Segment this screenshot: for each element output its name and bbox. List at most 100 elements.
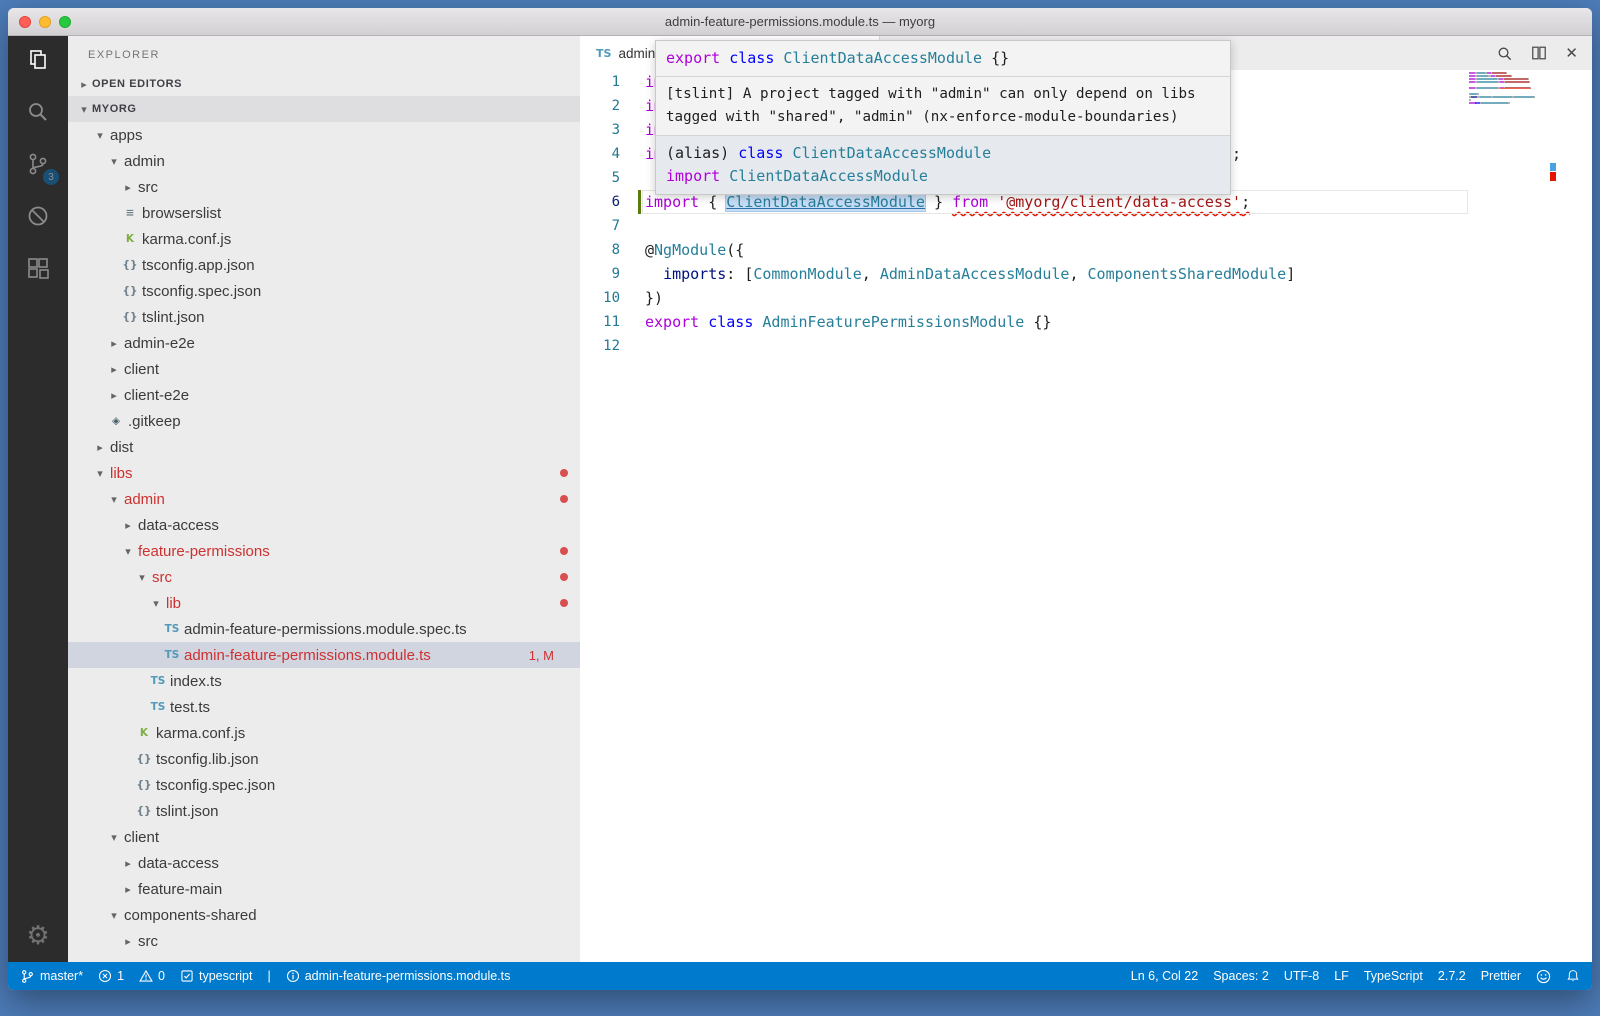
code-line[interactable]: 9 imports: [CommonModule, AdminDataAcces… — [580, 262, 1592, 286]
tree-folder-client[interactable]: ▾client — [68, 824, 580, 850]
tree-folder-client-e2e[interactable]: ▸client-e2e — [68, 382, 580, 408]
warning-count[interactable]: 0 — [139, 969, 165, 983]
tree-file-browserslist[interactable]: ≡browserslist — [68, 200, 580, 226]
code-token: ; — [1232, 145, 1241, 163]
tree-folder-dist[interactable]: ▸dist — [68, 434, 580, 460]
line-number[interactable]: 1 — [580, 70, 620, 94]
tree-folder-admin[interactable]: ▾admin — [68, 486, 580, 512]
tree-folder-apps[interactable]: ▾apps — [68, 122, 580, 148]
line-number[interactable]: 12 — [580, 334, 620, 358]
tree-file-tslint.json[interactable]: {}tslint.json — [68, 798, 580, 824]
file-tree: ▾apps▾admin▸src≡browserslistKkarma.conf.… — [68, 122, 580, 962]
tree-folder-src[interactable]: ▸src — [68, 928, 580, 954]
indentation[interactable]: Spaces: 2 — [1213, 969, 1269, 983]
tree-file-index.ts[interactable]: TSindex.ts — [68, 668, 580, 694]
gutter — [620, 190, 645, 214]
code-token: ClientDataAccessModule — [726, 193, 925, 211]
error-count[interactable]: 1 — [98, 969, 124, 983]
settings-button[interactable]: ⚙ — [8, 910, 68, 962]
code-line[interactable]: 11export class AdminFeaturePermissionsMo… — [580, 310, 1592, 334]
eol[interactable]: LF — [1334, 969, 1349, 983]
git-branch[interactable]: master* — [20, 969, 83, 984]
ts-version[interactable]: 2.7.2 — [1438, 969, 1466, 983]
tree-file-test.ts[interactable]: TStest.ts — [68, 694, 580, 720]
tree-folder-libs[interactable]: ▾libs — [68, 460, 580, 486]
tree-file-admin-feature-permissions.module.spec.ts[interactable]: TSadmin-feature-permissions.module.spec.… — [68, 616, 580, 642]
feedback[interactable] — [1536, 969, 1551, 984]
activity-debug[interactable] — [8, 192, 68, 244]
code-line[interactable]: 7 — [580, 214, 1592, 238]
code-token — [720, 49, 729, 67]
line-number[interactable]: 5 — [580, 166, 620, 190]
tree-folder-src[interactable]: ▸src — [68, 174, 580, 200]
tree-item-label: .gitkeep — [128, 413, 181, 430]
tree-folder-admin[interactable]: ▾admin — [68, 148, 580, 174]
code-token: ({ — [726, 241, 744, 259]
extensions-icon — [25, 255, 51, 286]
tslint-status[interactable]: typescript — [180, 969, 253, 983]
separator[interactable]: | — [267, 969, 270, 983]
gear-icon: ⚙ — [26, 921, 49, 951]
line-number[interactable]: 9 — [580, 262, 620, 286]
tree-folder-components-shared[interactable]: ▾components-shared — [68, 902, 580, 928]
root-folder-header[interactable]: ▾ MYORG — [68, 96, 580, 122]
tree-folder-data-access[interactable]: ▸data-access — [68, 850, 580, 876]
tree-item-label: tsconfig.spec.json — [142, 283, 261, 300]
notifications[interactable] — [1566, 969, 1580, 983]
tree-folder-admin-e2e[interactable]: ▸admin-e2e — [68, 330, 580, 356]
close-window-button[interactable] — [19, 16, 31, 28]
line-number[interactable]: 4 — [580, 142, 620, 166]
open-editors-header[interactable]: ▸ OPEN EDITORS — [68, 72, 580, 96]
chevron-right-icon: ▸ — [120, 519, 136, 532]
chevron-right-icon: ▸ — [106, 389, 122, 402]
tree-file-tsconfig.spec.json[interactable]: {}tsconfig.spec.json — [68, 278, 580, 304]
tree-file-.gitkeep[interactable]: ◈.gitkeep — [68, 408, 580, 434]
tree-folder-data-access[interactable]: ▸data-access — [68, 512, 580, 538]
tree-file-tslint.json[interactable]: {}tslint.json — [68, 304, 580, 330]
activity-explorer[interactable] — [8, 36, 68, 88]
close-editor-icon[interactable]: ✕ — [1565, 44, 1578, 62]
karma-file-icon: K — [120, 233, 140, 245]
activity-search[interactable] — [8, 88, 68, 140]
line-number[interactable]: 11 — [580, 310, 620, 334]
tree-file-karma.conf.js[interactable]: Kkarma.conf.js — [68, 720, 580, 746]
line-number[interactable]: 7 — [580, 214, 620, 238]
line-number[interactable]: 3 — [580, 118, 620, 142]
tree-folder-lib[interactable]: ▾lib — [68, 590, 580, 616]
line-number[interactable]: 2 — [580, 94, 620, 118]
encoding[interactable]: UTF-8 — [1284, 969, 1319, 983]
language-mode[interactable]: TypeScript — [1364, 969, 1423, 983]
activity-extensions[interactable] — [8, 244, 68, 296]
chevron-down-icon: ▾ — [92, 129, 108, 142]
tree-folder-feature-main[interactable]: ▸feature-main — [68, 876, 580, 902]
cursor-position[interactable]: Ln 6, Col 22 — [1131, 969, 1198, 983]
minimize-window-button[interactable] — [39, 16, 51, 28]
code-token: NgModule — [654, 241, 726, 259]
tree-file-admin-feature-permissions.module.ts[interactable]: TSadmin-feature-permissions.module.ts1, … — [68, 642, 580, 668]
tree-folder-feature-permissions[interactable]: ▾feature-permissions — [68, 538, 580, 564]
ts-file-icon: TS — [162, 649, 182, 661]
minimap[interactable] — [1469, 72, 1535, 108]
tree-folder-src[interactable]: ▾src — [68, 564, 580, 590]
tree-file-tsconfig.spec.json[interactable]: {}tsconfig.spec.json — [68, 772, 580, 798]
prettier[interactable]: Prettier — [1481, 969, 1521, 983]
tree-file-tsconfig.lib.json[interactable]: {}tsconfig.lib.json — [68, 746, 580, 772]
code-line[interactable]: 12 — [580, 334, 1592, 358]
tree-item-label: src — [138, 179, 158, 196]
code-line[interactable]: 10}) — [580, 286, 1592, 310]
code-line[interactable]: 8 @NgModule({ — [580, 238, 1592, 262]
code-area[interactable]: 1import { NgModule } from '@angular/core… — [580, 70, 1592, 962]
tree-file-tsconfig.app.json[interactable]: {}tsconfig.app.json — [68, 252, 580, 278]
line-number[interactable]: 10 — [580, 286, 620, 310]
minimap-token — [1493, 96, 1512, 98]
open-changes-icon[interactable] — [1496, 45, 1513, 62]
activity-source-control[interactable]: 3 — [8, 140, 68, 192]
tree-folder-client[interactable]: ▸client — [68, 356, 580, 382]
line-number[interactable]: 8 — [580, 238, 620, 262]
file-info[interactable]: admin-feature-permissions.module.ts — [286, 969, 511, 983]
split-editor-icon[interactable] — [1531, 45, 1547, 61]
zoom-window-button[interactable] — [59, 16, 71, 28]
tree-file-karma.conf.js[interactable]: Kkarma.conf.js — [68, 226, 580, 252]
code-token: @ — [645, 241, 654, 259]
line-number[interactable]: 6 — [580, 190, 620, 214]
